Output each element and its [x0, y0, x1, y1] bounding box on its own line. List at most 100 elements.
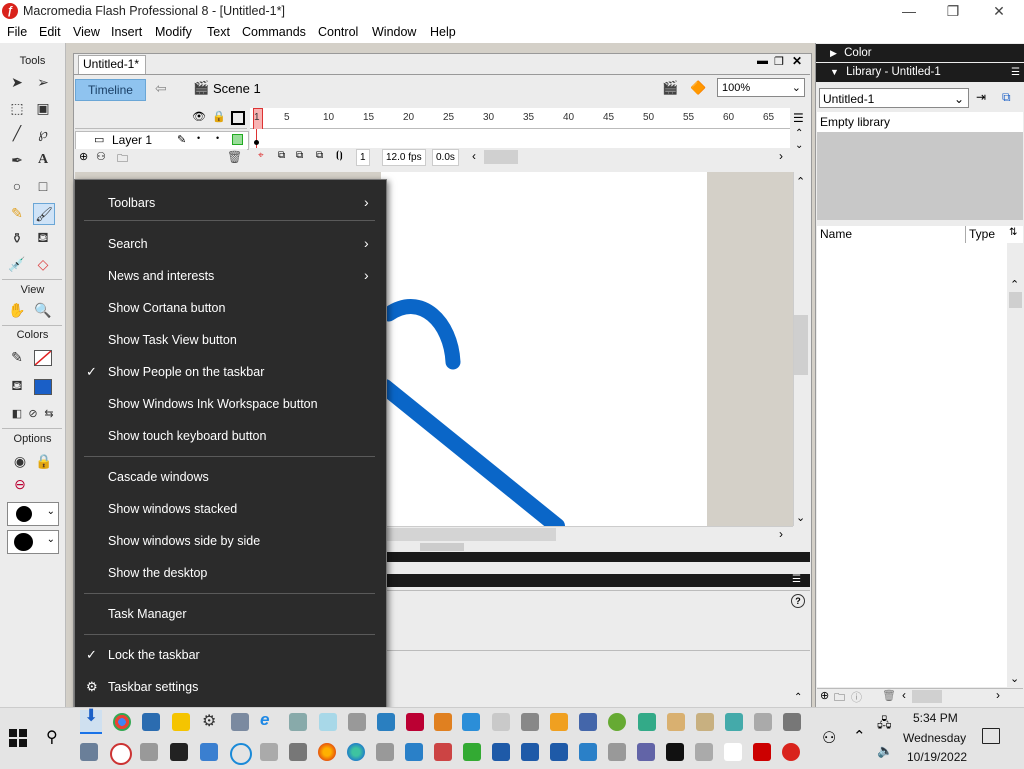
help-icon[interactable]: ?	[791, 594, 805, 608]
menu-text[interactable]: Text	[207, 25, 230, 39]
timeline-hscroll-thumb[interactable]	[484, 150, 518, 164]
new-library-panel-icon[interactable]: ⧉	[1002, 90, 1011, 105]
swap-colors-icon[interactable]: ⇆	[39, 403, 59, 423]
menu-item-cascade[interactable]: Cascade windows	[108, 470, 209, 484]
brush-mode-icon[interactable]: ◉	[10, 451, 30, 471]
edit-multiple-frames-icon[interactable]: ⧉	[316, 150, 323, 161]
app-icon-13[interactable]	[667, 713, 685, 731]
app-icon-28[interactable]	[608, 743, 626, 761]
blue-brush-stroke[interactable]	[381, 172, 707, 526]
modify-onion-markers-icon[interactable]: ⦗⦘	[336, 150, 343, 161]
subselect-tool-icon[interactable]: ➢	[33, 72, 53, 92]
windows-start-icon[interactable]	[9, 729, 27, 747]
menu-item-touch-keyboard[interactable]: Show touch keyboard button	[108, 429, 266, 443]
insert-folder-icon[interactable]: 🗀	[117, 150, 128, 169]
app-icon-15[interactable]	[725, 713, 743, 731]
panel-menu-icon[interactable]: ☰	[1011, 63, 1020, 82]
clock-time[interactable]: 5:34 PM	[913, 711, 958, 725]
menu-item-side-by-side[interactable]: Show windows side by side	[108, 534, 260, 548]
app-icon-10[interactable]	[579, 713, 597, 731]
internet-explorer-icon[interactable]: e	[260, 710, 269, 730]
pencil-tool-icon[interactable]: ✎	[7, 203, 27, 223]
chevron-up-icon[interactable]: ⌃	[1010, 278, 1019, 291]
oval-tool-icon[interactable]: ○	[7, 176, 27, 196]
clock-day[interactable]: Wednesday	[903, 731, 966, 745]
back-arrow-icon[interactable]: ⇦	[155, 80, 167, 97]
app-icon-20[interactable]	[140, 743, 158, 761]
network-icon[interactable]: 🖧	[877, 714, 892, 736]
ink-bottle-tool-icon[interactable]: ⚱	[7, 228, 27, 248]
powershell-icon-2[interactable]	[521, 743, 539, 761]
stage[interactable]	[381, 172, 707, 526]
app-icon-26[interactable]	[463, 743, 481, 761]
firefox-icon[interactable]	[318, 743, 336, 761]
app-icon-11[interactable]	[608, 713, 626, 731]
paint-bucket-tool-icon[interactable]: ⛾	[33, 228, 53, 248]
zoom-tool-icon[interactable]: 🔍	[33, 300, 53, 320]
search-icon[interactable]: ⚲	[46, 727, 58, 747]
settings-gear-icon[interactable]: ⚙	[202, 711, 216, 731]
column-name[interactable]: Name	[820, 227, 852, 241]
menu-item-taskbar-settings[interactable]: Taskbar settings	[108, 680, 198, 694]
eraser-tool-icon[interactable]: ◇	[33, 254, 53, 274]
add-motion-guide-icon[interactable]: ⚇	[96, 150, 106, 163]
app-icon-4[interactable]	[377, 713, 395, 731]
app-icon-12[interactable]	[638, 713, 656, 731]
notification-center-icon[interactable]	[982, 728, 1000, 744]
chevron-right-icon[interactable]: ›	[996, 688, 1000, 702]
new-folder-icon[interactable]: 🗀	[834, 689, 845, 708]
library-document-select[interactable]: Untitled-1 ⌄	[819, 88, 969, 108]
close-icon[interactable]: ✕	[976, 2, 1022, 21]
expand-panel-icon[interactable]: ⌃	[794, 692, 802, 703]
gradient-transform-tool-icon[interactable]: ▣	[33, 98, 53, 118]
app-icon-14[interactable]	[696, 713, 714, 731]
app-icon-22[interactable]	[260, 743, 278, 761]
powershell-icon-3[interactable]	[550, 743, 568, 761]
app-icon-27[interactable]	[579, 743, 597, 761]
insert-layer-icon[interactable]: ⊕	[79, 150, 88, 163]
show-hidden-icons-icon[interactable]: ⌃	[853, 727, 866, 745]
app-icon-1[interactable]	[231, 713, 249, 731]
volume-icon[interactable]: 🔈	[877, 743, 893, 759]
rectangle-tool-icon[interactable]: □	[33, 176, 53, 196]
app-icon-6[interactable]	[434, 713, 452, 731]
eyedropper-tool-icon[interactable]: 💉	[7, 254, 27, 274]
lock-dot-icon[interactable]: •	[216, 133, 219, 143]
media-player-icon[interactable]	[550, 713, 568, 731]
menu-item-cortana[interactable]: Show Cortana button	[108, 301, 225, 315]
frames-row[interactable]	[250, 129, 790, 148]
text-tool-icon[interactable]: A	[33, 150, 53, 170]
lasso-tool-icon[interactable]: ℘	[33, 123, 53, 143]
chevron-up-icon[interactable]: ⌃	[796, 175, 805, 188]
library-scrollbar[interactable]	[1007, 243, 1023, 687]
minimize-icon[interactable]: —	[886, 2, 932, 21]
onion-outlines-icon[interactable]: ⧉	[296, 150, 303, 161]
color-panel-header[interactable]: ▶ Color	[816, 44, 1024, 62]
menu-item-lock-taskbar[interactable]: Lock the taskbar	[108, 648, 200, 662]
app-icon-21[interactable]	[200, 743, 218, 761]
app-icon-30[interactable]	[724, 743, 742, 761]
menu-item-news[interactable]: News and interests	[108, 269, 214, 283]
app-icon-7[interactable]	[462, 713, 480, 731]
teams-icon[interactable]	[637, 743, 655, 761]
app-icon-3[interactable]	[348, 713, 366, 731]
app-icon-16[interactable]	[754, 713, 772, 731]
app-icon-19[interactable]	[110, 743, 132, 765]
flash-player-icon[interactable]	[753, 743, 771, 761]
hand-tool-icon[interactable]: ✋	[7, 300, 27, 320]
app-icon-8[interactable]	[492, 713, 510, 731]
library-hscroll-thumb[interactable]	[912, 690, 942, 703]
chevron-right-icon[interactable]: ›	[779, 149, 783, 163]
center-frame-icon[interactable]: ⌖	[258, 150, 264, 161]
menu-item-search[interactable]: Search	[108, 237, 148, 251]
line-tool-icon[interactable]: ╱	[7, 123, 27, 143]
delete-icon[interactable]: 🗑	[882, 689, 896, 702]
brush-tool-icon[interactable]: 🖌	[33, 203, 55, 225]
brush-shape-select[interactable]: ⌄	[7, 530, 59, 554]
doc-restore-icon[interactable]: ❐	[774, 55, 784, 68]
stroke-color-swatch[interactable]	[34, 350, 52, 366]
chevron-down-icon[interactable]: ⌄	[1010, 672, 1019, 685]
app-icon-23[interactable]	[376, 743, 394, 761]
brush-mode-dropdown-icon[interactable]: ⊖	[10, 474, 30, 494]
notepad-icon[interactable]	[319, 713, 337, 731]
